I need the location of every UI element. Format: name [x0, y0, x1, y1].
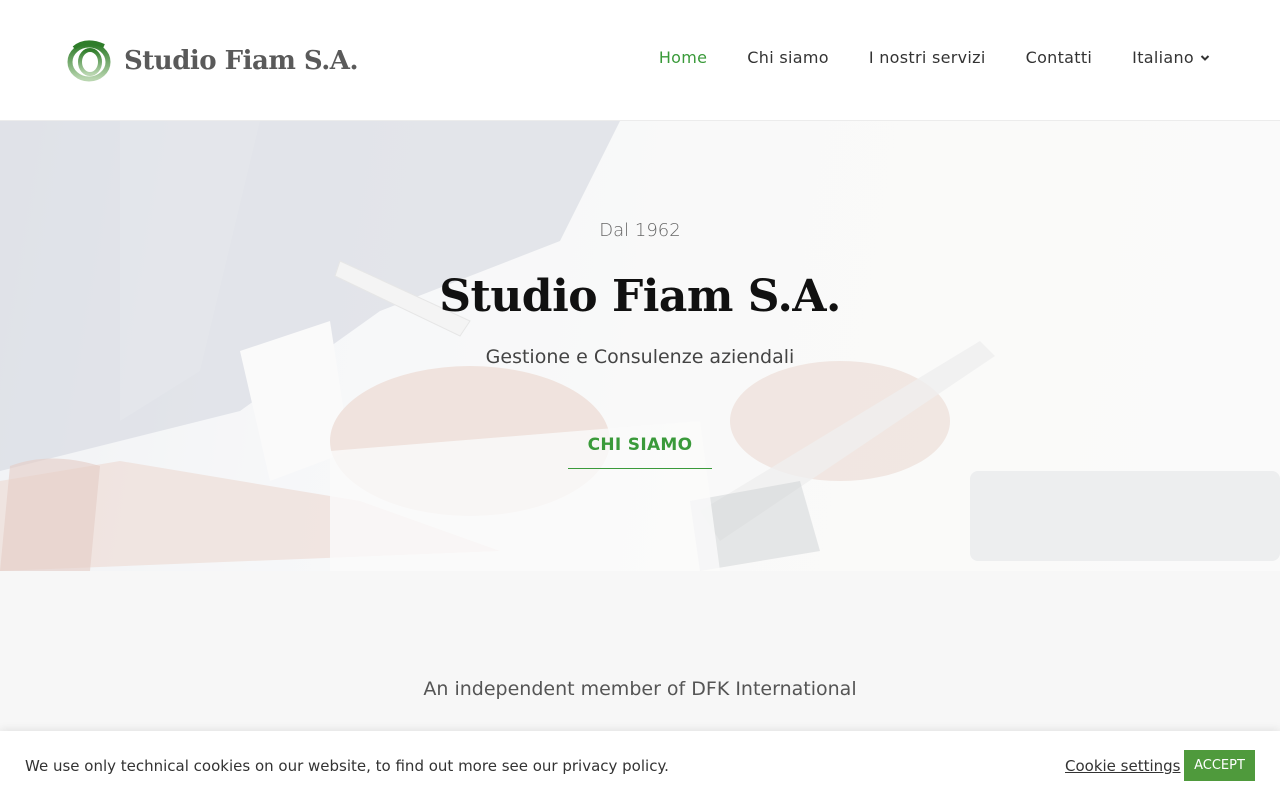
logo-link[interactable]: Studio Fiam S.A.: [66, 38, 359, 84]
language-selector[interactable]: Italiano: [1132, 48, 1210, 67]
nav-item-servizi[interactable]: I nostri servizi: [869, 48, 986, 67]
hero-kicker: Dal 1962: [599, 220, 681, 241]
hero-subtitle: Gestione e Consulenze aziendali: [485, 346, 795, 368]
spiral-logo-icon: [67, 40, 111, 82]
chevron-down-icon: [1200, 54, 1210, 61]
language-label: Italiano: [1132, 48, 1194, 67]
accept-cookies-button[interactable]: ACCEPT: [1184, 750, 1255, 781]
chi-siamo-button[interactable]: CHI SIAMO: [568, 435, 712, 469]
logo-text: Studio Fiam S.A.: [124, 46, 359, 76]
cookie-banner: We use only technical cookies on our web…: [0, 731, 1280, 800]
hero-content: Dal 1962 Studio Fiam S.A. Gestione e Con…: [0, 121, 1280, 571]
hero-section: Dal 1962 Studio Fiam S.A. Gestione e Con…: [0, 121, 1280, 571]
cookie-settings-link[interactable]: Cookie settings: [1065, 757, 1181, 775]
cookie-message: We use only technical cookies on our web…: [25, 757, 669, 775]
member-section: An independent member of DFK Internation…: [0, 571, 1280, 731]
nav-item-chi-siamo[interactable]: Chi siamo: [747, 48, 829, 67]
member-text: An independent member of DFK Internation…: [423, 678, 857, 700]
main-nav: Home Chi siamo I nostri servizi Contatti…: [619, 48, 1210, 67]
nav-item-home[interactable]: Home: [659, 48, 707, 67]
site-header: Studio Fiam S.A. Home Chi siamo I nostri…: [0, 0, 1280, 121]
nav-item-contatti[interactable]: Contatti: [1026, 48, 1093, 67]
hero-title: Studio Fiam S.A.: [439, 271, 841, 322]
